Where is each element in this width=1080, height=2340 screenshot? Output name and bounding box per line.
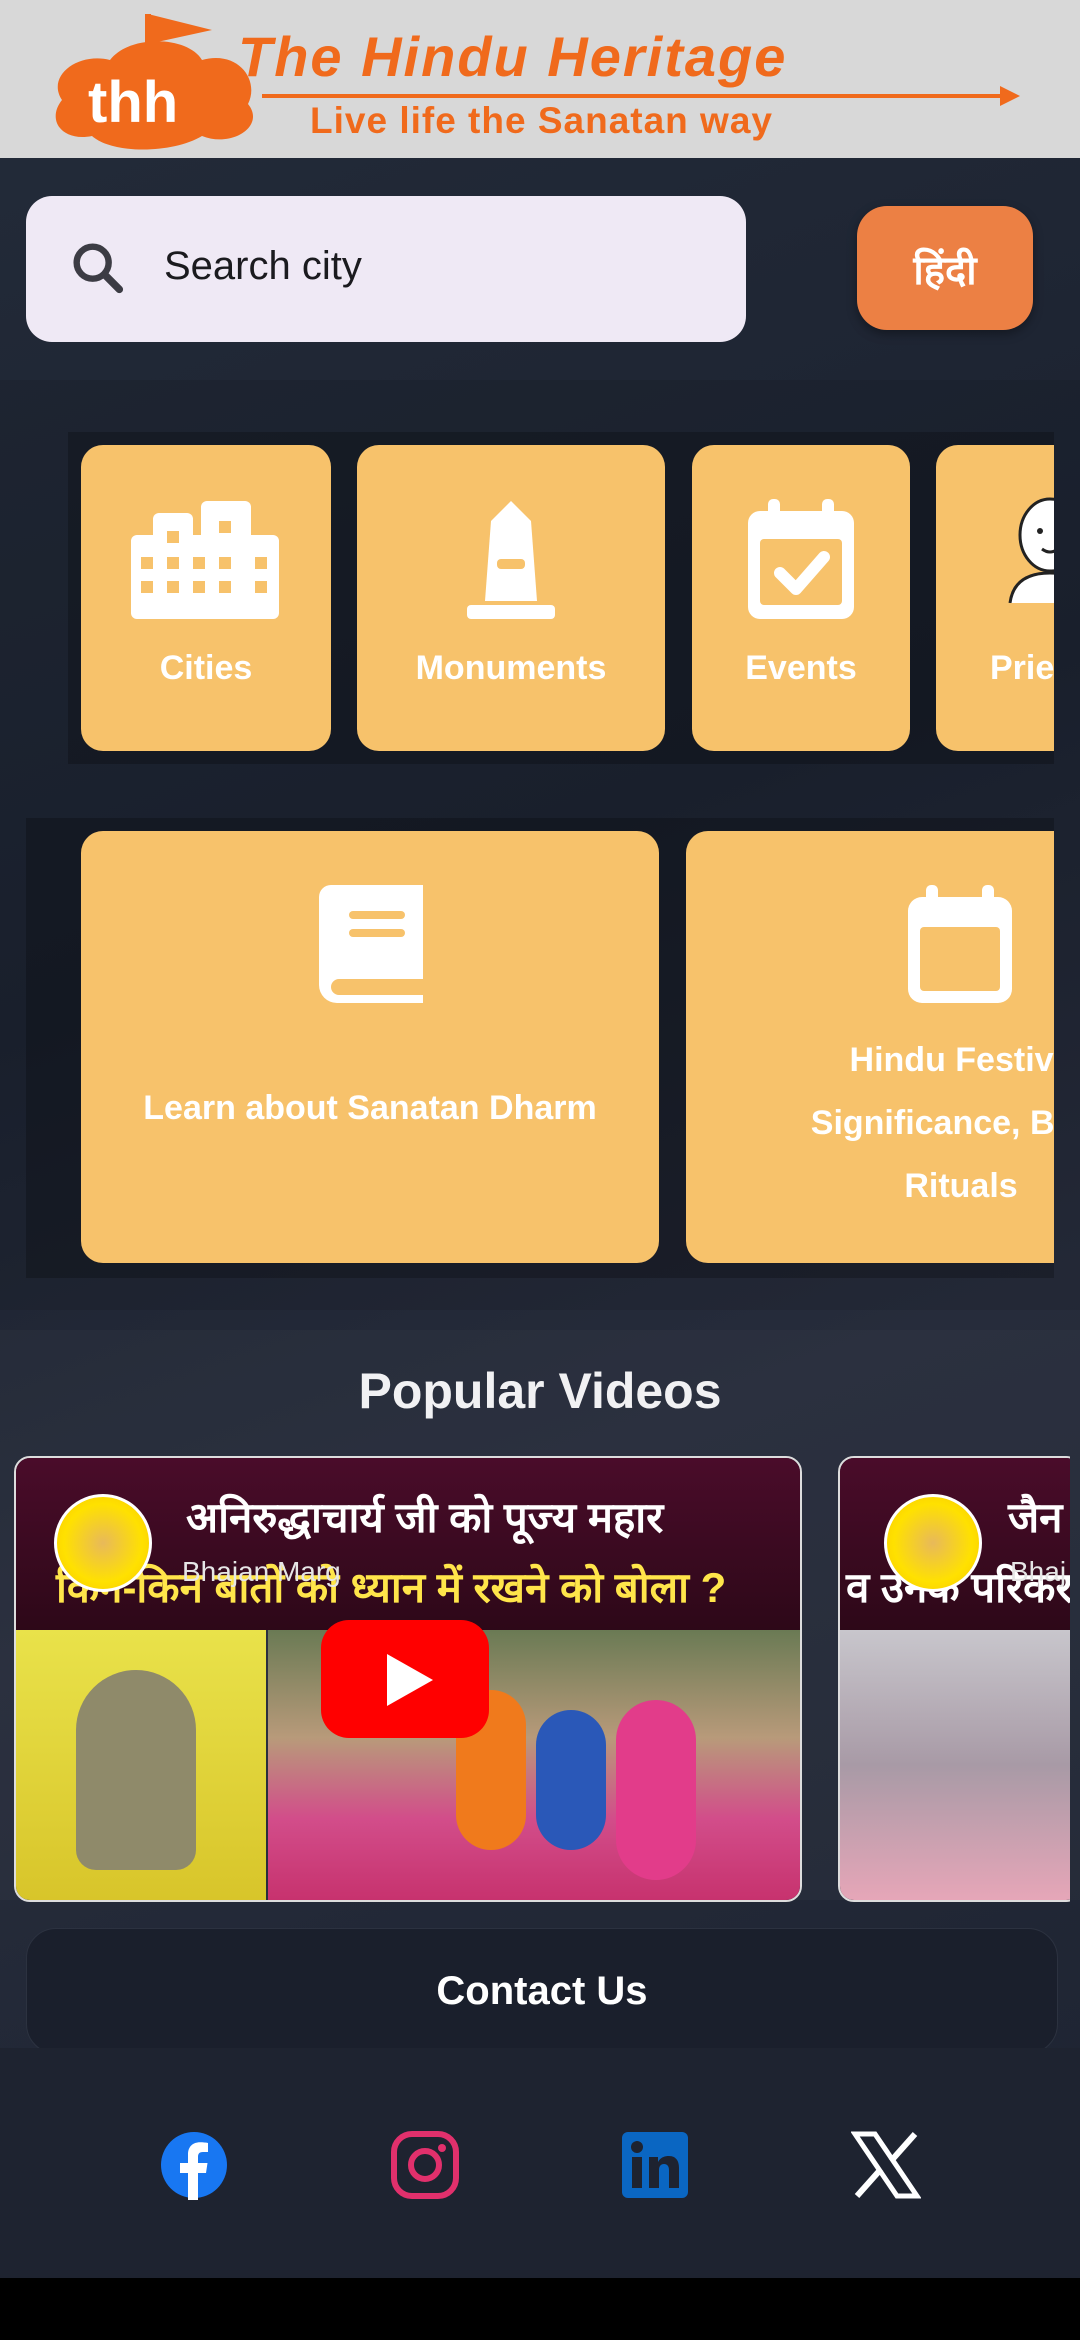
facebook-icon[interactable]: [159, 2130, 229, 2200]
hindu-festivals-card[interactable]: Hindu Festiva Significance, Belie Ritual…: [686, 831, 1054, 1263]
category-card-cities[interactable]: Cities: [81, 445, 331, 751]
video-headline-1: जैन: [1008, 1494, 1063, 1541]
popular-videos-title: Popular Videos: [358, 1363, 722, 1419]
monument-icon: [467, 501, 555, 619]
language-toggle-button[interactable]: हिंदी: [857, 206, 1033, 330]
thumbnail-photo: [840, 1630, 1070, 1900]
priest-icon: [1008, 497, 1054, 603]
learn-card-label: Learn about Sanatan Dharm: [143, 1089, 597, 1127]
category-card-monuments[interactable]: Monuments: [357, 445, 665, 751]
linkedin-icon[interactable]: [620, 2130, 690, 2200]
app-header: thh The Hindu Heritage Live life the San…: [0, 0, 1080, 158]
learn-scroller[interactable]: Learn about Sanatan Dharm Hindu Festiva …: [26, 818, 1054, 1278]
category-card-priests[interactable]: Prie: [936, 445, 1054, 751]
festival-line-1: Hindu Festiva: [849, 1041, 1054, 1079]
video-headline-2: किन-किन बातों को ध्यान में रखने को बोला …: [56, 1564, 727, 1611]
system-nav-bar: [0, 2278, 1080, 2340]
category-label: Prie: [990, 649, 1054, 687]
category-label: Events: [745, 649, 857, 687]
search-input[interactable]: Search city: [26, 196, 746, 342]
brand-tagline: Live life the Sanatan way: [310, 100, 773, 141]
video-thumbnail-1[interactable]: अनिरुद्धाचार्य जी को पूज्य महार किन-किन …: [14, 1456, 802, 1902]
instagram-icon[interactable]: [390, 2130, 460, 2200]
category-card-events[interactable]: Events: [692, 445, 910, 751]
category-label: Cities: [159, 649, 253, 687]
channel-avatar: [884, 1494, 982, 1592]
brand-title: The Hindu Heritage: [238, 25, 788, 88]
video-headline-1: अनिरुद्धाचार्य जी को पूज्य महार: [186, 1494, 664, 1541]
x-twitter-icon[interactable]: [851, 2130, 921, 2200]
calendar-check-icon: [748, 499, 854, 619]
channel-avatar: [54, 1494, 152, 1592]
festival-line-3: Rituals: [904, 1167, 1018, 1205]
book-icon: [319, 885, 423, 1003]
festival-card-label: Hindu Festiva Significance, Belie Ritual…: [686, 1029, 1054, 1218]
video-scroller[interactable]: अनिरुद्धाचार्य जी को पूज्य महार किन-किन …: [0, 1440, 1070, 1910]
category-label: Monuments: [415, 649, 607, 687]
festival-line-2: Significance, Belie: [810, 1104, 1054, 1142]
channel-name: Bhajan Marg: [182, 1556, 341, 1587]
video-thumbnail-2[interactable]: जैन व उनके परिकर Bhaj: [838, 1456, 1070, 1902]
logo-mark-text: thh: [88, 70, 178, 135]
search-placeholder: Search city: [164, 244, 362, 288]
city-buildings-icon: [131, 501, 279, 619]
youtube-play-icon[interactable]: [321, 1620, 489, 1738]
learn-sanatan-card[interactable]: Learn about Sanatan Dharm: [81, 831, 659, 1263]
category-scroller[interactable]: Cities Monuments Events Prie: [68, 432, 1054, 764]
channel-name: Bhaj: [1010, 1556, 1067, 1587]
calendar-icon: [908, 885, 1012, 1003]
search-icon: [73, 243, 124, 294]
contact-us-button[interactable]: Contact Us: [26, 1928, 1058, 2054]
